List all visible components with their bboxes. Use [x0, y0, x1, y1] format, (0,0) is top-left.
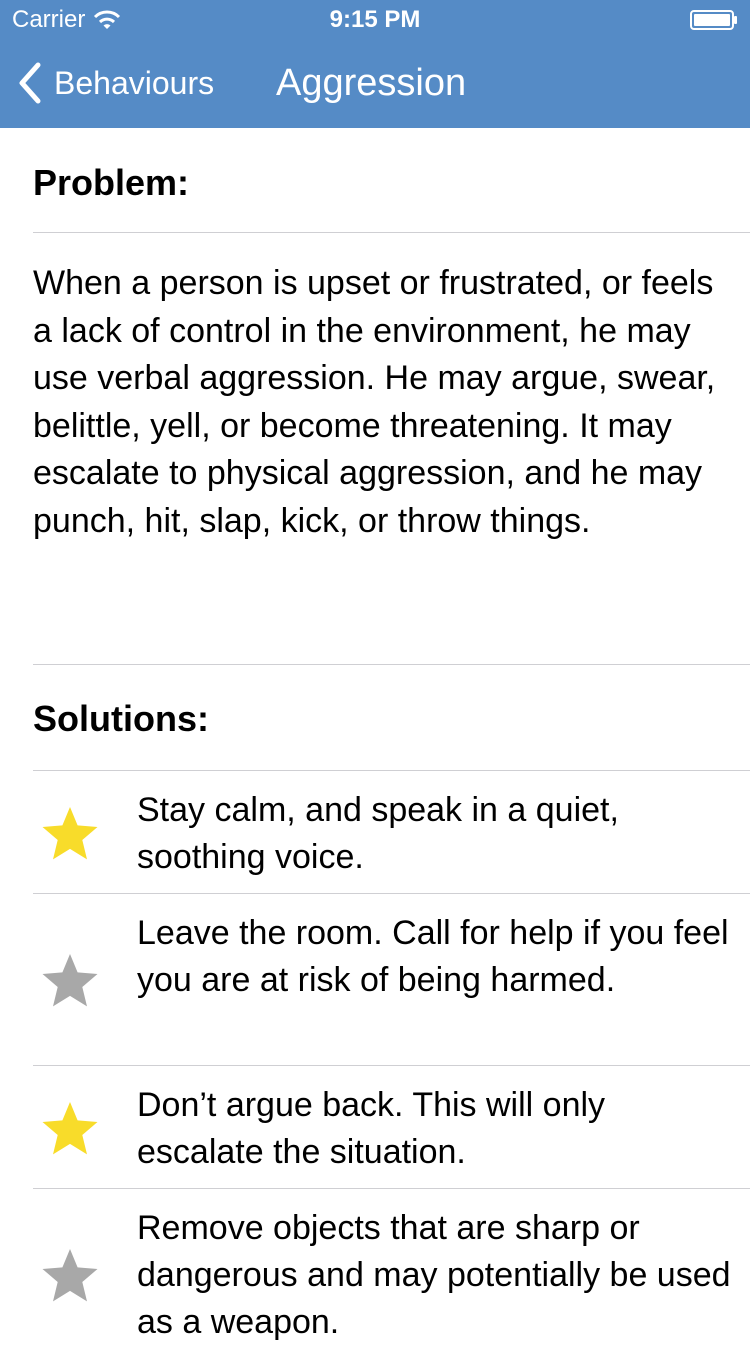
solution-text: Leave the room. Call for help if you fee…: [137, 914, 729, 999]
solution-item[interactable]: Don’t argue back. This will only escalat…: [0, 1066, 750, 1188]
divider: [33, 664, 750, 665]
solution-item[interactable]: Leave the room. Call for help if you fee…: [0, 894, 750, 1065]
status-time: 9:15 PM: [329, 6, 421, 33]
navigation-bar: Behaviours Aggression: [0, 40, 750, 128]
page-title: Aggression: [276, 62, 467, 104]
divider: [33, 232, 750, 233]
chevron-left-icon: [19, 62, 41, 104]
back-button-label: Behaviours: [54, 64, 215, 101]
solution-text: Don’t argue back. This will only escalat…: [137, 1086, 606, 1171]
battery-icon: [690, 10, 737, 30]
star-icon[interactable]: [40, 1247, 100, 1305]
problem-heading: Problem:: [33, 162, 190, 203]
solutions-heading: Solutions:: [33, 698, 209, 739]
star-icon[interactable]: [40, 805, 100, 863]
problem-description: When a person is upset or frustrated, or…: [33, 264, 716, 540]
status-bar: Carrier 9:15 PM: [0, 0, 750, 40]
solution-item[interactable]: Stay calm, and speak in a quiet, soothin…: [0, 771, 750, 893]
solution-text: Stay calm, and speak in a quiet, soothin…: [137, 791, 619, 876]
solution-item[interactable]: Remove objects that are sharp or dangero…: [0, 1189, 750, 1341]
header: Carrier 9:15 PM Behaviours Aggression: [0, 0, 750, 128]
solution-text: Remove objects that are sharp or dangero…: [137, 1209, 731, 1341]
star-icon[interactable]: [40, 952, 100, 1010]
star-icon[interactable]: [40, 1100, 100, 1158]
back-button[interactable]: Behaviours: [16, 58, 214, 108]
